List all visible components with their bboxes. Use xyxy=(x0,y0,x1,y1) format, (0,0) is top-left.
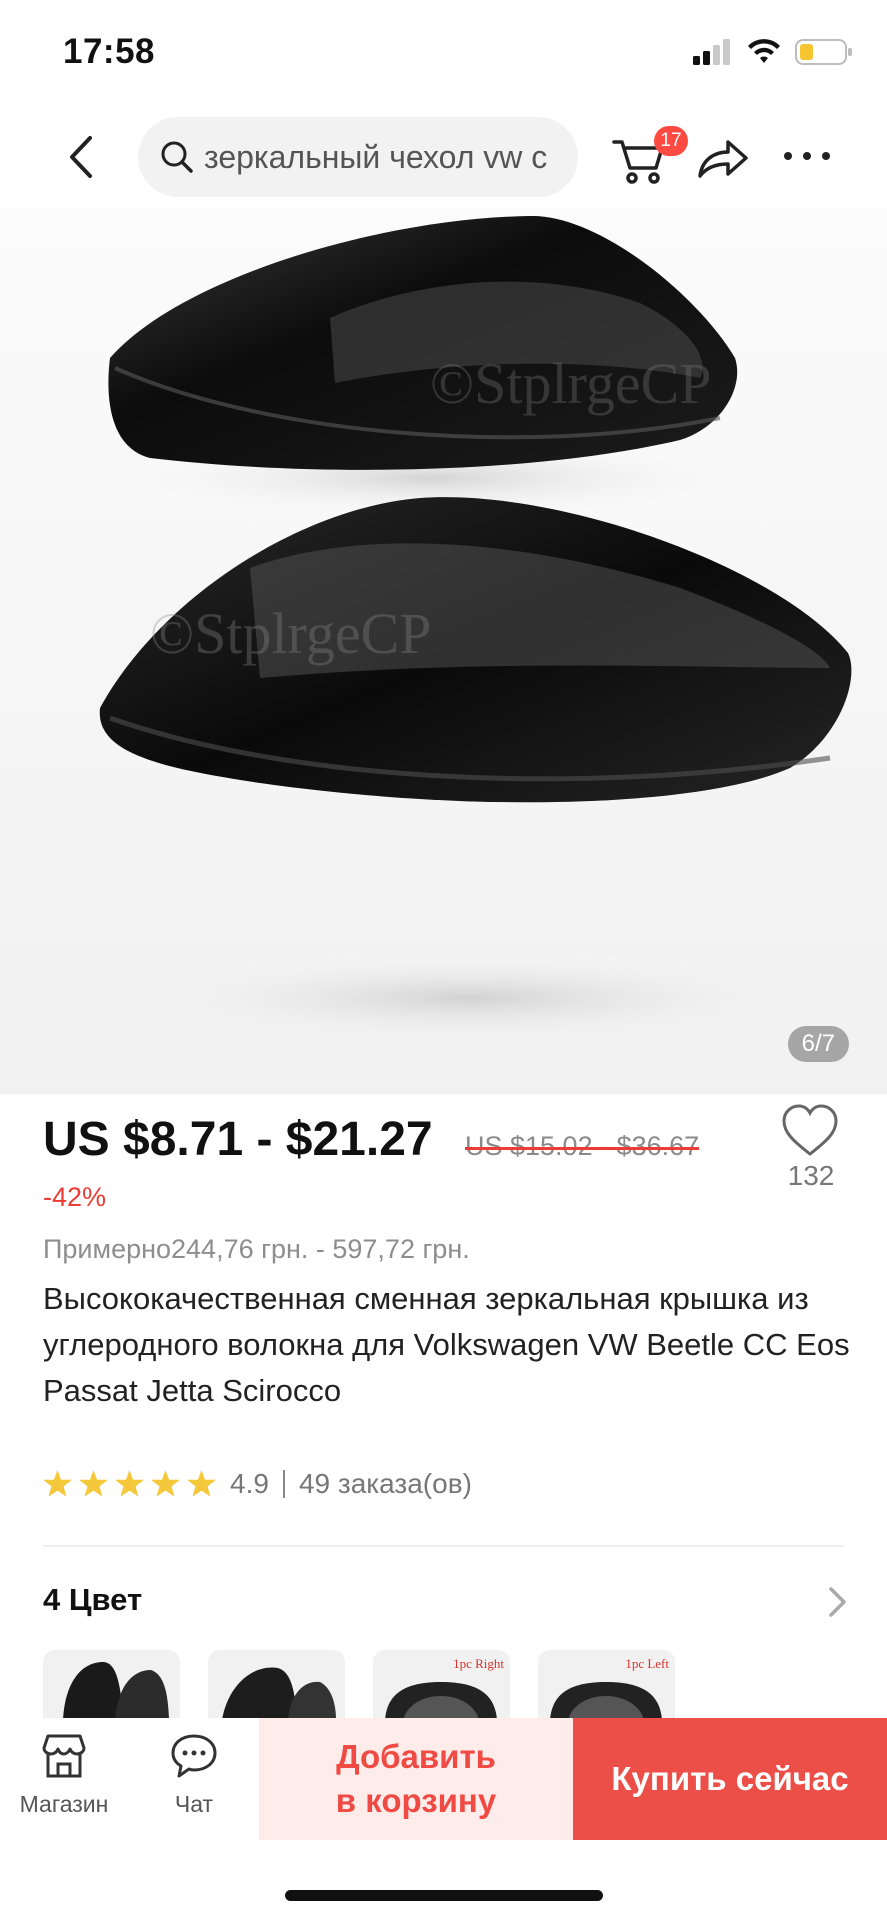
wifi-icon xyxy=(748,39,780,63)
star-icon xyxy=(79,1470,108,1497)
back-arrow-icon[interactable] xyxy=(60,132,110,182)
strikethrough-line xyxy=(465,1146,700,1150)
star-icon xyxy=(43,1470,72,1497)
add-to-cart-button[interactable]: Добавить в корзину xyxy=(259,1718,573,1840)
status-time: 17:58 xyxy=(63,32,156,71)
orders-count: 49 заказа(ов) xyxy=(298,1468,472,1499)
color-section-title[interactable]: 4 Цвет xyxy=(43,1582,142,1618)
watermark-text: ©StplrgeCP xyxy=(150,601,432,666)
rating-value: 4.9 xyxy=(230,1468,269,1499)
color-swatch[interactable]: 1pc Left xyxy=(538,1650,675,1720)
product-image: ©StplrgeCP ©StplrgeCP xyxy=(90,215,852,1048)
cart-count-badge: 17 xyxy=(654,126,688,156)
add-to-cart-line1: Добавить xyxy=(336,1738,496,1775)
star-rating xyxy=(43,1470,216,1498)
swatch-image xyxy=(222,1667,336,1720)
status-bar: 17:58 xyxy=(0,0,887,100)
product-price: US $8.71 - $21.27 xyxy=(43,1113,433,1166)
store-tab-label: Магазин xyxy=(19,1791,109,1817)
buy-now-button[interactable]: Купить сейчас xyxy=(573,1718,887,1840)
store-icon xyxy=(42,1734,86,1778)
wishlist-count: 132 xyxy=(787,1160,835,1191)
watermark-text: ©StplrgeCP xyxy=(430,351,712,416)
swatch-tag: 1pc Right xyxy=(453,1656,504,1671)
more-options-icon[interactable] xyxy=(782,146,832,166)
discount-badge: -42% xyxy=(43,1182,107,1212)
battery-icon xyxy=(795,39,852,65)
home-indicator[interactable] xyxy=(285,1890,603,1901)
bottom-action-bar: Магазин Чат Добавить в корзину Купить се… xyxy=(0,1718,887,1840)
product-image-gallery[interactable]: ©StplrgeCP ©StplrgeCP 6/7 xyxy=(0,208,887,1094)
chat-tab-label: Чат xyxy=(174,1791,214,1817)
color-swatch[interactable] xyxy=(43,1650,180,1720)
share-icon[interactable] xyxy=(694,134,750,184)
store-tab[interactable]: Магазин xyxy=(4,1732,124,1818)
search-header: зеркальный чехол vw c 17 xyxy=(0,110,887,200)
star-icon xyxy=(187,1470,216,1497)
search-icon xyxy=(161,141,193,173)
image-counter: 6/7 xyxy=(787,1026,849,1062)
star-icon xyxy=(115,1470,144,1497)
swatch-image xyxy=(63,1662,169,1720)
section-divider xyxy=(43,1545,844,1547)
rating-separator xyxy=(282,1470,285,1498)
heart-icon[interactable] xyxy=(780,1102,840,1162)
color-swatch[interactable] xyxy=(208,1650,345,1720)
product-title: Высококачественная сменная зеркальная кр… xyxy=(43,1281,850,1408)
rating-row[interactable]: 4.9 49 заказа(ов) xyxy=(43,1468,472,1500)
signal-icon xyxy=(693,39,730,65)
status-icons xyxy=(693,38,853,66)
search-input[interactable]: зеркальный чехол vw c xyxy=(138,117,578,197)
approx-price: Примерно244,76 грн. - 597,72 грн. xyxy=(43,1234,470,1264)
search-query-text: зеркальный чехол vw c xyxy=(204,138,548,175)
add-to-cart-line2: в корзину xyxy=(335,1782,497,1819)
chat-tab[interactable]: Чат xyxy=(134,1732,254,1818)
chat-icon xyxy=(171,1734,217,1778)
color-swatch[interactable]: 1pc Right xyxy=(373,1650,510,1720)
swatch-tag: 1pc Left xyxy=(625,1656,669,1671)
original-price: US $15.02 - $36.67 xyxy=(465,1131,700,1162)
chevron-right-icon[interactable] xyxy=(826,1585,850,1619)
star-icon xyxy=(151,1470,180,1497)
